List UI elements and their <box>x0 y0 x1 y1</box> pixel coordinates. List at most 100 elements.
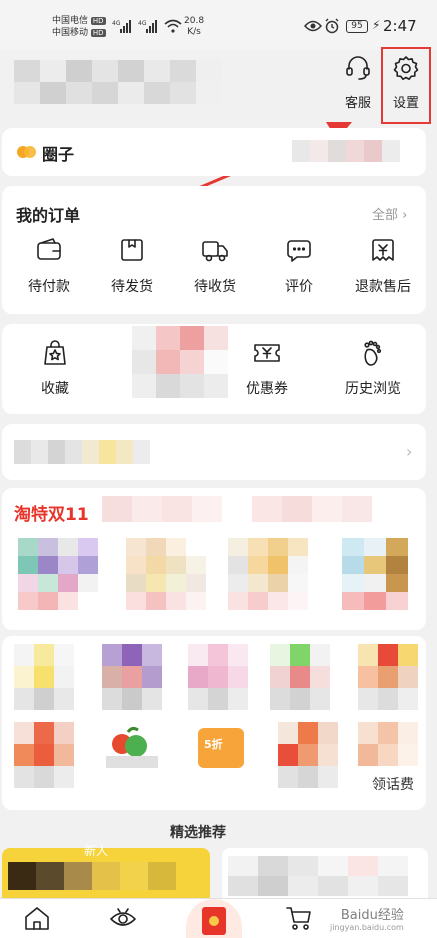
order-label: 待收货 <box>194 279 236 295</box>
home-icon <box>25 907 49 930</box>
eye-icon <box>303 20 323 35</box>
nav-home[interactable] <box>22 903 52 937</box>
carrier-1: 中国电信 <box>52 16 89 26</box>
footprint-icon <box>364 340 382 366</box>
settings-label: 设置 <box>392 96 419 111</box>
tool-blurred-item[interactable] <box>132 326 228 398</box>
newbie-label: 新人 <box>84 844 109 858</box>
tool-history[interactable]: 历史浏览 <box>338 338 408 398</box>
clock: 2:47 <box>383 17 417 35</box>
order-label: 待付款 <box>28 279 70 295</box>
refund-icon <box>372 239 394 261</box>
alarm-icon <box>324 18 340 37</box>
feature-item-5[interactable] <box>358 644 418 710</box>
status-bar: 中国电信 HD 中国移动 HD 4G 4G 20.8 K/s 95 ⚡ 2:47 <box>0 0 437 50</box>
nav-cart[interactable] <box>284 903 314 937</box>
feature-item-1[interactable] <box>14 644 74 710</box>
promo-title: 淘特双11 <box>14 505 89 525</box>
recommend-product-2[interactable] <box>222 848 428 898</box>
order-refund[interactable]: 退款售后 <box>348 236 418 296</box>
promo-product-2[interactable] <box>126 538 206 610</box>
promo-product-4[interactable] <box>342 538 408 610</box>
feature-item-2[interactable] <box>102 644 162 710</box>
charging-icon: ⚡ <box>372 18 381 32</box>
order-pending-payment[interactable]: 待付款 <box>14 236 84 296</box>
tool-label: 历史浏览 <box>345 381 401 397</box>
nav-discover[interactable] <box>108 903 138 937</box>
promo-header-blurred <box>102 496 402 522</box>
hd-badge-1: HD <box>90 17 106 25</box>
orders-title: 我的订单 <box>16 206 81 225</box>
hd-badge-2: HD <box>90 29 106 37</box>
tool-label: 收藏 <box>41 381 69 397</box>
feature-label-phone-credit: 领话费 <box>372 777 414 793</box>
circle-avatars-blurred <box>292 140 400 162</box>
net-speed: 20.8 K/s <box>184 16 204 38</box>
discount-tag[interactable]: 5折 <box>198 728 244 768</box>
promo-card: 淘特双11 <box>2 488 426 630</box>
customer-service-button[interactable]: 客服 <box>338 54 378 111</box>
tool-label: 优惠券 <box>246 381 288 397</box>
watermark-sub: jingyan.baidu.com <box>330 923 404 932</box>
eye-discover-icon <box>110 908 136 926</box>
wallet-icon <box>37 238 61 260</box>
recommend-product-1-blurred <box>8 862 176 890</box>
svg-text:4G: 4G <box>138 20 147 27</box>
tool-favorites[interactable]: 收藏 <box>20 338 90 398</box>
battery-icon: 95 <box>346 20 368 33</box>
settings-button[interactable]: 设置 <box>386 54 426 111</box>
orders-card: 我的订单 全部 › 待付款 待发货 待收货 评价 退款售后 <box>2 186 426 314</box>
order-pending-shipment[interactable]: 待发货 <box>97 236 167 296</box>
banner-content-blurred <box>14 440 150 464</box>
feature-item-4[interactable] <box>270 644 330 710</box>
circle-card[interactable]: 圈子 <box>2 128 426 176</box>
discount-label: 5折 <box>204 738 223 751</box>
order-pending-receipt[interactable]: 待收货 <box>180 236 250 296</box>
battery-level: 95 <box>351 21 363 31</box>
carrier-2: 中国移动 <box>52 28 89 38</box>
red-packet-icon <box>202 907 226 935</box>
feature-item-6[interactable] <box>14 722 74 788</box>
promo-product-3[interactable] <box>228 538 308 610</box>
truck-icon <box>202 241 228 262</box>
fruit-icon[interactable] <box>104 724 160 772</box>
service-label: 客服 <box>344 96 371 111</box>
order-review[interactable]: 评价 <box>264 236 334 296</box>
carrier-info: 中国电信 HD 中国移动 HD <box>52 15 106 39</box>
user-profile-blurred[interactable] <box>14 60 222 104</box>
order-label: 退款售后 <box>355 279 411 295</box>
recommend-title: 精选推荐 <box>170 825 226 841</box>
feature-grid-card: 5折 领话费 <box>2 636 426 810</box>
order-label: 待发货 <box>111 279 153 295</box>
speed-unit: K/s <box>187 27 201 37</box>
wifi-icon <box>164 19 182 36</box>
signal-icon: 4G 4G <box>112 17 172 38</box>
feature-item-8[interactable] <box>278 722 338 788</box>
banner-row-blurred[interactable]: › <box>2 424 426 480</box>
promo-product-1[interactable] <box>18 538 98 610</box>
orders-all-link[interactable]: 全部 › <box>372 204 407 223</box>
circle-label: 圈子 <box>42 145 75 164</box>
tools-card: 收藏 优惠券 历史浏览 <box>2 324 426 414</box>
cart-icon <box>286 907 311 930</box>
feature-item-9[interactable] <box>358 722 418 766</box>
order-label: 评价 <box>285 279 313 295</box>
svg-text:4G: 4G <box>112 20 121 27</box>
nav-center-promo[interactable] <box>186 899 242 938</box>
recommend-product-2-blurred <box>228 856 408 896</box>
tool-coupons[interactable]: 优惠券 <box>232 338 302 398</box>
watermark: Baidu经验 jingyan.baidu.com <box>330 904 404 932</box>
watermark-text: Baidu经验 <box>340 908 404 923</box>
coupon-icon <box>254 344 280 362</box>
headset-icon <box>346 56 370 80</box>
speed-value: 20.8 <box>184 16 205 26</box>
box-icon <box>121 239 143 261</box>
star-bag-icon <box>44 340 66 365</box>
gear-icon <box>393 56 419 80</box>
comment-icon <box>287 240 311 262</box>
feature-item-3[interactable] <box>188 644 248 710</box>
chevron-right-icon: › <box>406 442 413 461</box>
circle-icon <box>16 144 38 163</box>
recommend-product-1[interactable]: 新人 <box>2 844 210 898</box>
chevron-right-icon: › <box>398 208 408 223</box>
